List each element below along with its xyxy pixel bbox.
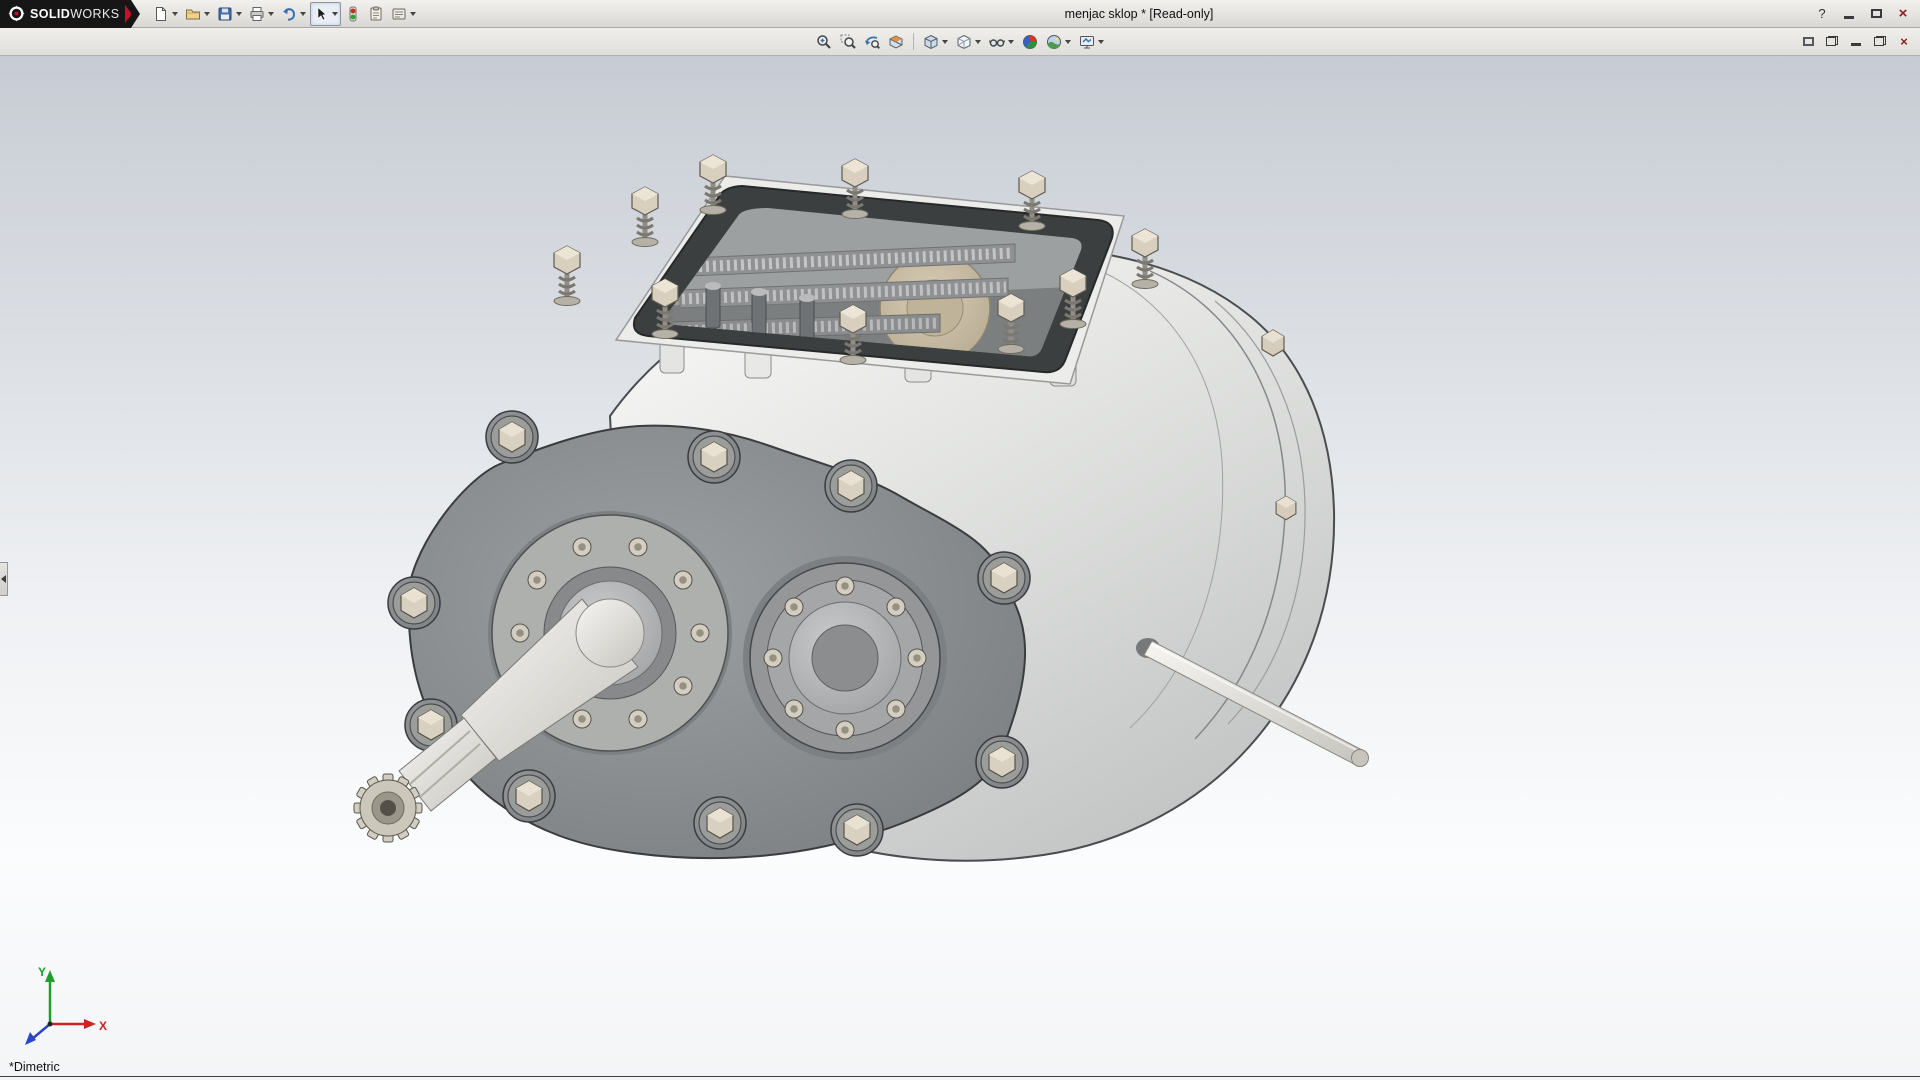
hide-show-dropdown[interactable] <box>1008 40 1014 44</box>
doc-window-icon-b[interactable] <box>1822 32 1842 50</box>
options-dropdown[interactable] <box>410 12 416 16</box>
heads-up-toolbar <box>813 31 1107 53</box>
hide-show-glasses-icon <box>989 34 1005 50</box>
toolbar-separator <box>913 33 914 50</box>
new-dropdown[interactable] <box>172 12 178 16</box>
close-button[interactable]: × <box>1891 3 1915 23</box>
doc-close-icon: × <box>1900 34 1908 49</box>
new-document-icon <box>153 6 169 22</box>
hide-show-items-button[interactable] <box>986 31 1017 53</box>
apply-scene-dropdown[interactable] <box>1065 40 1071 44</box>
undo-button[interactable] <box>278 2 309 26</box>
previous-view-button[interactable] <box>861 31 883 53</box>
model-right-bearing-cover[interactable] <box>750 563 940 753</box>
doc-close-button[interactable]: × <box>1894 32 1914 50</box>
file-properties-button[interactable] <box>365 2 387 26</box>
viewport-bottom-edge <box>0 1076 1920 1077</box>
minimize-button[interactable] <box>1837 3 1861 23</box>
apply-scene-icon <box>1046 34 1062 50</box>
undo-arrow-icon <box>281 6 297 22</box>
doc-window-a-icon <box>1803 37 1814 46</box>
zoom-to-area-button[interactable] <box>837 31 859 53</box>
triad-y-label: Y <box>38 965 46 979</box>
view-orientation-label: *Dimetric <box>9 1060 60 1074</box>
titlebar: SOLIDWORKS <box>0 0 1920 28</box>
heads-up-row: × <box>0 28 1920 56</box>
view-orientation-cube-icon <box>923 34 939 50</box>
select-tool-button[interactable] <box>310 2 341 26</box>
window-controls: ? × <box>1810 3 1915 23</box>
zoom-to-fit-button[interactable] <box>813 31 835 53</box>
minimize-icon <box>1844 16 1854 19</box>
view-settings-icon <box>1079 34 1095 50</box>
reference-triad: Y X <box>16 960 112 1056</box>
document-window-controls: × <box>1798 32 1914 50</box>
brand-text: SOLIDWORKS <box>30 7 129 21</box>
gearbox-model[interactable] <box>0 56 1920 1080</box>
open-dropdown[interactable] <box>204 12 210 16</box>
triad-x-label: X <box>99 1019 107 1033</box>
view-orientation-dropdown[interactable] <box>942 40 948 44</box>
zoom-to-area-icon <box>840 34 856 50</box>
zoom-to-fit-icon <box>816 34 832 50</box>
save-dropdown[interactable] <box>236 12 242 16</box>
open-button[interactable] <box>182 2 213 26</box>
print-icon <box>249 6 265 22</box>
open-folder-icon <box>185 6 201 22</box>
rebuild-button[interactable] <box>342 2 364 26</box>
previous-view-icon <box>864 34 880 50</box>
help-button[interactable]: ? <box>1810 3 1834 23</box>
close-icon: × <box>1899 5 1908 22</box>
edit-appearance-button[interactable] <box>1019 31 1041 53</box>
print-dropdown[interactable] <box>268 12 274 16</box>
doc-window-icon-a[interactable] <box>1798 32 1818 50</box>
view-settings-button[interactable] <box>1076 31 1107 53</box>
solidworks-gear-icon <box>8 5 25 22</box>
window-title: menjac sklop * [Read-only] <box>1065 0 1214 28</box>
main-toolbar <box>140 2 419 26</box>
solidworks-logo: SOLIDWORKS <box>0 0 131 28</box>
undo-dropdown[interactable] <box>300 12 306 16</box>
select-dropdown[interactable] <box>332 12 338 16</box>
panel-splitter-tab[interactable] <box>0 562 8 596</box>
maximize-button[interactable] <box>1864 3 1888 23</box>
maximize-icon <box>1871 9 1882 18</box>
save-floppy-icon <box>217 6 233 22</box>
print-button[interactable] <box>246 2 277 26</box>
doc-window-b-icon <box>1826 36 1838 46</box>
file-properties-icon <box>368 6 384 22</box>
select-cursor-icon <box>313 6 329 22</box>
section-view-icon <box>888 34 904 50</box>
doc-minimize-button[interactable] <box>1846 32 1866 50</box>
view-orientation-button[interactable] <box>920 31 951 53</box>
options-button[interactable] <box>388 2 419 26</box>
save-button[interactable] <box>214 2 245 26</box>
doc-restore-icon <box>1874 36 1886 46</box>
graphics-viewport[interactable]: Y X *Dimetric <box>0 56 1920 1080</box>
collapse-arrow-icon <box>1 575 6 583</box>
apply-scene-button[interactable] <box>1043 31 1074 53</box>
options-gear-icon <box>391 6 407 22</box>
view-settings-dropdown[interactable] <box>1098 40 1104 44</box>
display-style-cube-icon <box>956 34 972 50</box>
edit-appearance-ball-icon <box>1022 34 1038 50</box>
doc-restore-button[interactable] <box>1870 32 1890 50</box>
section-view-button[interactable] <box>885 31 907 53</box>
rebuild-stoplight-icon <box>345 6 361 22</box>
display-style-button[interactable] <box>953 31 984 53</box>
display-style-dropdown[interactable] <box>975 40 981 44</box>
logo-edge <box>131 0 140 28</box>
doc-minimize-icon <box>1851 43 1861 46</box>
new-document-button[interactable] <box>150 2 181 26</box>
